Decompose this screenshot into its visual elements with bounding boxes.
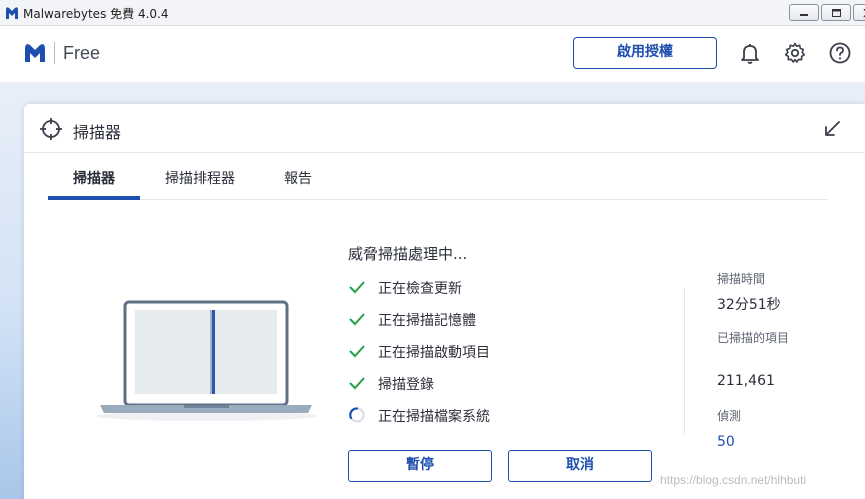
step-label: 正在掃描啟動項目 (378, 345, 490, 361)
brand-separator (54, 42, 55, 64)
step-label: 正在掃描檔案系統 (378, 409, 490, 425)
app-header: Free 啟用授權 (0, 26, 865, 82)
check-icon (349, 345, 365, 358)
tab-divider (48, 199, 828, 200)
step-label: 掃描登錄 (378, 377, 434, 393)
panel-title: 掃描器 (73, 123, 122, 142)
step-label: 正在檢查更新 (378, 281, 462, 297)
panel-header: 掃描器 (24, 104, 865, 153)
scan-time-value: 32分51秒 (717, 297, 781, 313)
check-icon (349, 281, 365, 294)
bell-icon[interactable] (738, 41, 762, 65)
restore-button[interactable] (821, 4, 851, 21)
cancel-button[interactable]: 取消 (508, 450, 652, 482)
crosshair-icon (40, 118, 62, 140)
detections-value[interactable]: 50 (717, 434, 735, 450)
items-scanned-label: 已掃描的項目 (717, 331, 790, 345)
scan-status-title: 威脅掃描處理中... (348, 245, 468, 263)
active-tab-indicator (48, 196, 140, 200)
collapse-arrow-icon[interactable] (822, 119, 842, 139)
activate-license-button[interactable]: 啟用授權 (573, 37, 717, 69)
close-button[interactable] (853, 4, 865, 21)
window-title: Malwarebytes 免費 4.0.4 (23, 7, 169, 21)
minimize-icon (800, 14, 808, 16)
window-titlebar: Malwarebytes 免費 4.0.4 (0, 0, 865, 26)
tab-reports[interactable]: 報告 (272, 166, 324, 202)
detections-label: 偵測 (717, 409, 742, 423)
minimize-button[interactable] (789, 4, 819, 21)
tab-scan-scheduler[interactable]: 掃描排程器 (150, 166, 250, 202)
scanner-panel: 掃描器 掃描器 掃描排程器 報告 威脅掃描處理中... 正在檢查更新 正在掃描記… (24, 104, 865, 499)
check-icon (349, 377, 365, 390)
step-label: 正在掃描記憶體 (378, 313, 476, 329)
gear-icon[interactable] (783, 41, 807, 65)
pause-button[interactable]: 暫停 (348, 450, 492, 482)
items-scanned-value: 211,461 (717, 373, 775, 389)
check-icon (349, 313, 365, 326)
scan-time-label: 掃描時間 (717, 272, 766, 286)
malwarebytes-logo-icon (6, 7, 18, 19)
help-icon[interactable] (828, 41, 852, 65)
restore-icon (832, 9, 841, 17)
spinner-icon (349, 407, 365, 423)
malwarebytes-logo-icon (25, 44, 45, 62)
stats-divider (684, 289, 685, 434)
laptop-illustration (96, 300, 316, 421)
edition-label: Free (63, 43, 101, 63)
watermark: https://blog.csdn.net/hlhbuti (660, 473, 807, 487)
